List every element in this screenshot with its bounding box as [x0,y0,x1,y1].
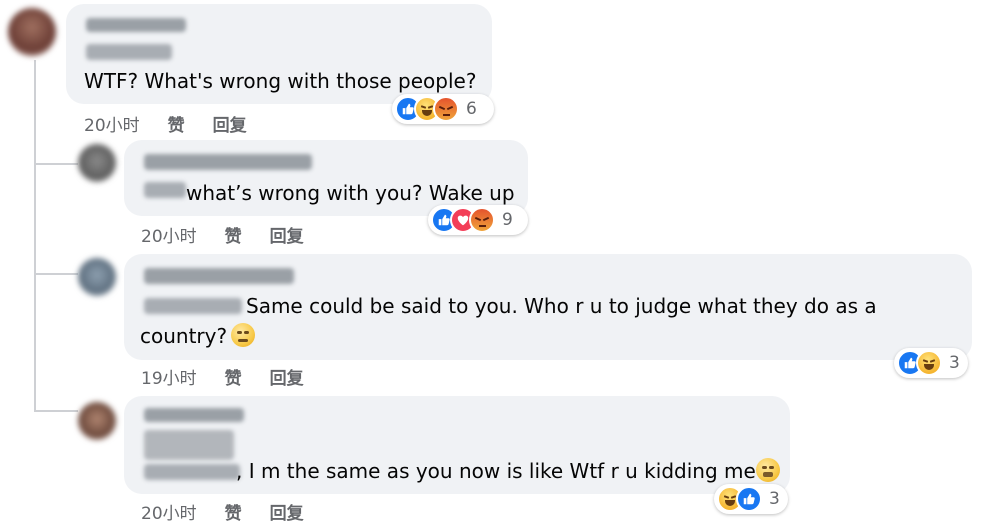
author-name[interactable] [86,18,186,32]
comment-meta: 20小时 赞 回复 [141,222,332,247]
timestamp[interactable]: 20小时 [141,499,197,524]
comment-text: WTF? What's wrong with those people? [84,69,477,93]
reply-button[interactable]: 回复 [270,364,304,389]
comment-text-line2: country? [140,321,256,351]
reaction-count: 3 [769,489,780,509]
mentioned-user[interactable] [144,298,242,314]
avatar[interactable] [8,8,56,56]
avatar[interactable] [78,258,116,296]
mentioned-user[interactable] [144,430,234,460]
reply-button[interactable]: 回复 [270,222,304,247]
like-button[interactable]: 赞 [225,499,242,524]
reaction-count: 3 [949,353,960,373]
angry-reaction-icon [433,96,459,122]
angry-reaction-icon [469,207,495,233]
timestamp[interactable]: 20小时 [141,222,197,247]
reaction-summary[interactable]: 6 [392,94,494,124]
author-name[interactable] [144,408,244,422]
reaction-summary[interactable]: 3 [714,484,788,514]
author-name[interactable] [144,154,312,170]
reply-button[interactable]: 回复 [213,111,247,136]
avatar[interactable] [78,144,116,182]
reply-button[interactable]: 回复 [270,499,304,524]
grimace-emoji-icon [755,458,780,482]
comment-text-line1: Same could be said to you. Who r u to ju… [246,294,877,318]
comment-meta: 20小时 赞 回复 [141,499,332,524]
thread-line-branch-1 [34,163,78,165]
author-name[interactable] [144,268,294,284]
author-subtitle [86,44,172,60]
reaction-summary[interactable]: 3 [894,348,968,378]
timestamp[interactable]: 19小时 [141,364,197,389]
comment-text: , I m the same as you now is like Wtf r … [236,456,780,486]
comment-bubble: WTF? What's wrong with those people? [66,4,492,104]
like-button[interactable]: 赞 [225,222,242,247]
comment-text: what’s wrong with you? Wake up [186,181,515,205]
timestamp[interactable]: 20小时 [84,111,140,136]
thread-line-vertical [34,60,36,412]
reaction-count: 6 [466,99,477,119]
like-button[interactable]: 赞 [225,364,242,389]
reaction-count: 9 [502,210,513,230]
mentioned-user[interactable] [144,464,240,480]
like-button[interactable]: 赞 [168,111,185,136]
comment-text-value: , I m the same as you now is like Wtf r … [236,459,756,483]
avatar[interactable] [78,402,116,440]
like-reaction-icon [736,486,762,512]
comment-meta: 19小时 赞 回复 [141,364,332,389]
rolling-eyes-emoji-icon [231,323,256,347]
comment-text-line2-value: country? [140,324,228,348]
haha-reaction-icon [916,350,942,376]
mentioned-user[interactable] [144,182,186,198]
comment-meta: 20小时 赞 回复 [84,111,275,136]
reaction-summary[interactable]: 9 [428,205,528,235]
thread-line-branch-3 [34,410,78,412]
comment-bubble: , I m the same as you now is like Wtf r … [124,396,790,494]
thread-line-branch-2 [34,273,78,275]
comment-bubble: Same could be said to you. Who r u to ju… [124,254,972,360]
